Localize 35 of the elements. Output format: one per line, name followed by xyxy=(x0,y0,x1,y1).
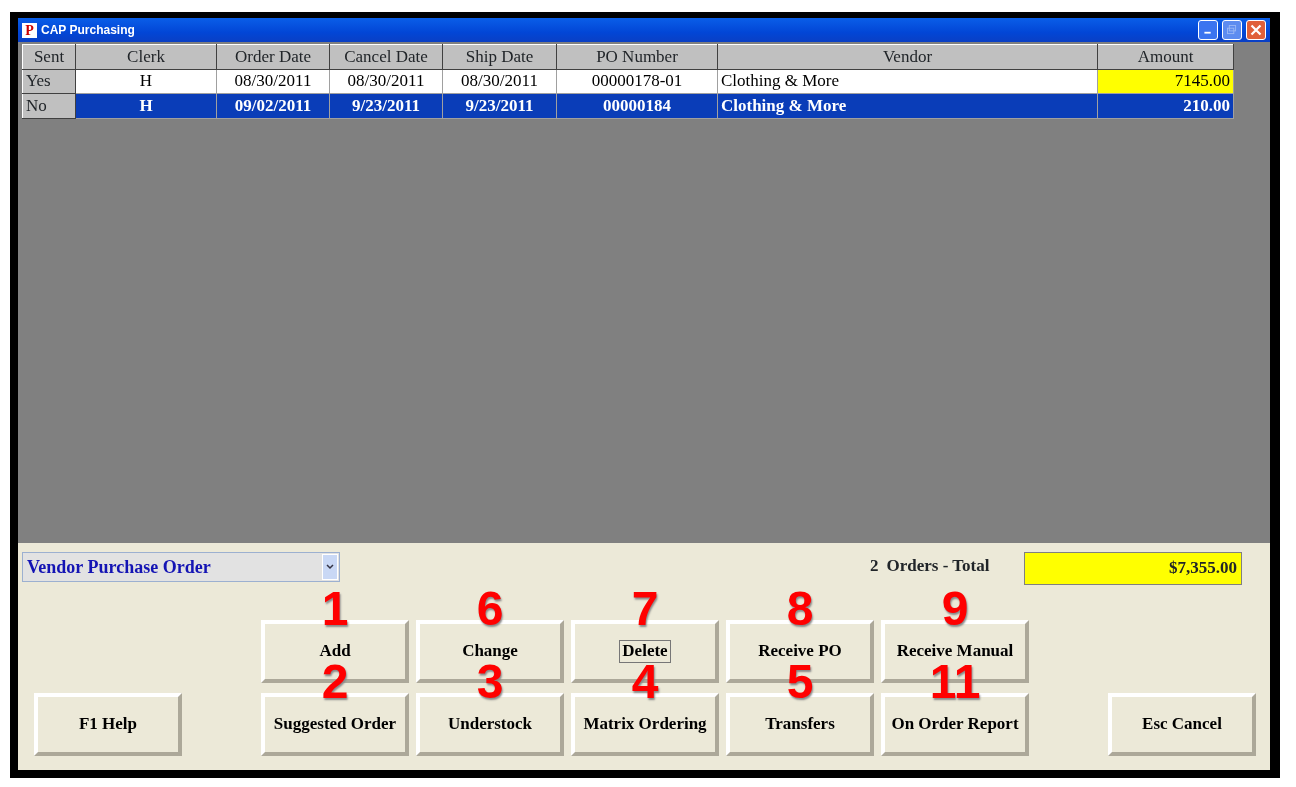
table-cell: 08/30/2011 xyxy=(216,69,330,94)
table-cell: No xyxy=(22,93,76,118)
order-type-dropdown[interactable]: Vendor Purchase Order xyxy=(22,552,340,582)
column-header[interactable]: Amount xyxy=(1097,44,1234,69)
table-cell: Yes xyxy=(22,69,76,94)
summary-label: Orders - Total xyxy=(886,555,990,577)
table-cell: Clothing & More xyxy=(717,93,1098,118)
table-cell: 7145.00 xyxy=(1097,69,1234,94)
table-cell: H xyxy=(75,69,217,94)
column-header[interactable]: Order Date xyxy=(216,44,330,69)
column-header[interactable]: Clerk xyxy=(75,44,217,69)
table-cell: 210.00 xyxy=(1097,93,1234,118)
column-header[interactable]: Cancel Date xyxy=(329,44,443,69)
window-title: CAP Purchasing xyxy=(41,23,136,37)
column-header[interactable]: Sent xyxy=(22,44,76,69)
table-cell: 00000178-01 xyxy=(556,69,718,94)
close-button[interactable] xyxy=(1246,20,1266,40)
table-cell: 9/23/2011 xyxy=(329,93,443,118)
minimize-button[interactable] xyxy=(1198,20,1218,40)
table-cell: 09/02/2011 xyxy=(216,93,330,118)
table-cell: H xyxy=(75,93,217,118)
column-header[interactable]: Ship Date xyxy=(442,44,557,69)
action-button[interactable]: F1 Help xyxy=(34,693,182,756)
action-button[interactable]: Esc Cancel xyxy=(1108,693,1256,756)
table-cell: 9/23/2011 xyxy=(442,93,557,118)
app-logo: P xyxy=(22,22,37,38)
table-cell: Clothing & More xyxy=(717,69,1098,94)
table-cell: 08/30/2011 xyxy=(329,69,443,94)
column-header[interactable]: Vendor xyxy=(717,44,1098,69)
restore-button[interactable] xyxy=(1222,20,1242,40)
total-field: $7,355.00 xyxy=(1024,552,1242,585)
order-count: 2 xyxy=(870,555,879,577)
column-header[interactable]: PO Number xyxy=(556,44,718,69)
table-cell: 00000184 xyxy=(556,93,718,118)
table-cell: 08/30/2011 xyxy=(442,69,557,94)
